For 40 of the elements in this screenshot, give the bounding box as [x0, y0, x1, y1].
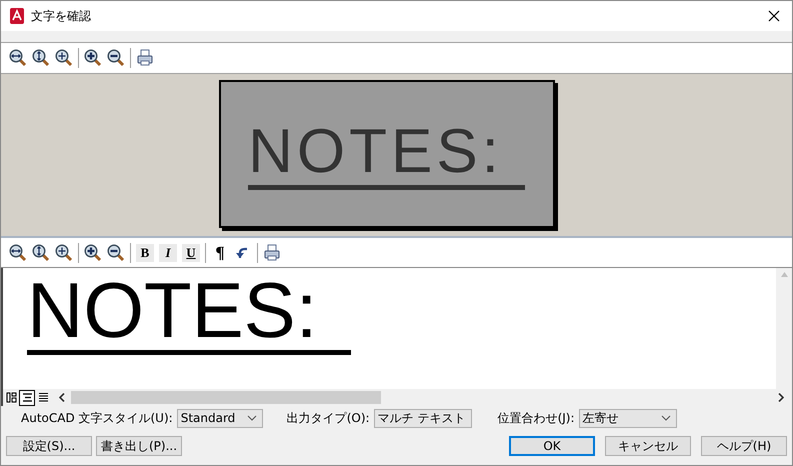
editor-text: NOTES: [27, 270, 352, 355]
vertical-scrollbar[interactable] [776, 268, 792, 389]
view-mode-button[interactable] [19, 390, 35, 406]
printer-icon[interactable] [136, 49, 154, 67]
scanned-text: NOTES: [248, 118, 525, 190]
magnifier-icon[interactable] [32, 49, 50, 67]
dialog-button[interactable]: OK [509, 436, 595, 456]
option-label: 位置合わせ(J): [498, 410, 575, 426]
magnifier-icon[interactable] [32, 244, 50, 262]
dialog-button[interactable]: 書き出し(P)... [96, 436, 182, 456]
dropdown[interactable]: Standard [176, 408, 263, 428]
bold-button[interactable]: B [136, 244, 154, 262]
window-title: 文字を確認 [31, 8, 91, 24]
zoom-out-icon[interactable] [107, 244, 125, 262]
magnifier-icon[interactable] [9, 244, 27, 262]
magnifier-icon[interactable] [9, 49, 27, 67]
underline-button[interactable]: U [182, 244, 200, 262]
zoom-out-icon[interactable] [107, 49, 125, 67]
zoom-in-icon[interactable] [84, 49, 102, 67]
dialog-button[interactable]: ヘルプ(H) [701, 436, 787, 456]
option-label: 出力タイプ(O): [286, 410, 370, 426]
scroll-left-icon[interactable] [59, 393, 65, 402]
dialog-button[interactable]: 設定(S)... [6, 436, 92, 456]
lines-icon [38, 392, 48, 403]
lines-icon [22, 392, 32, 403]
dropdown[interactable]: 左寄せ [578, 408, 677, 428]
printer-icon[interactable] [263, 244, 281, 262]
dialog-button[interactable]: キャンセル [605, 436, 691, 456]
columns-icon [6, 392, 16, 403]
app-icon [9, 8, 25, 24]
scrollbar-thumb[interactable] [71, 391, 381, 404]
zoom-in-icon[interactable] [84, 244, 102, 262]
magnifier-icon[interactable] [55, 49, 73, 67]
italic-button[interactable]: I [159, 244, 177, 262]
option-label: AutoCAD 文字スタイル(U): [21, 410, 173, 426]
dropdown[interactable]: マルチ テキスト [374, 408, 472, 428]
close-icon[interactable] [768, 10, 780, 22]
scroll-right-icon[interactable] [778, 393, 784, 402]
paragraph-button[interactable]: ¶ [211, 244, 229, 262]
magnifier-icon[interactable] [55, 244, 73, 262]
